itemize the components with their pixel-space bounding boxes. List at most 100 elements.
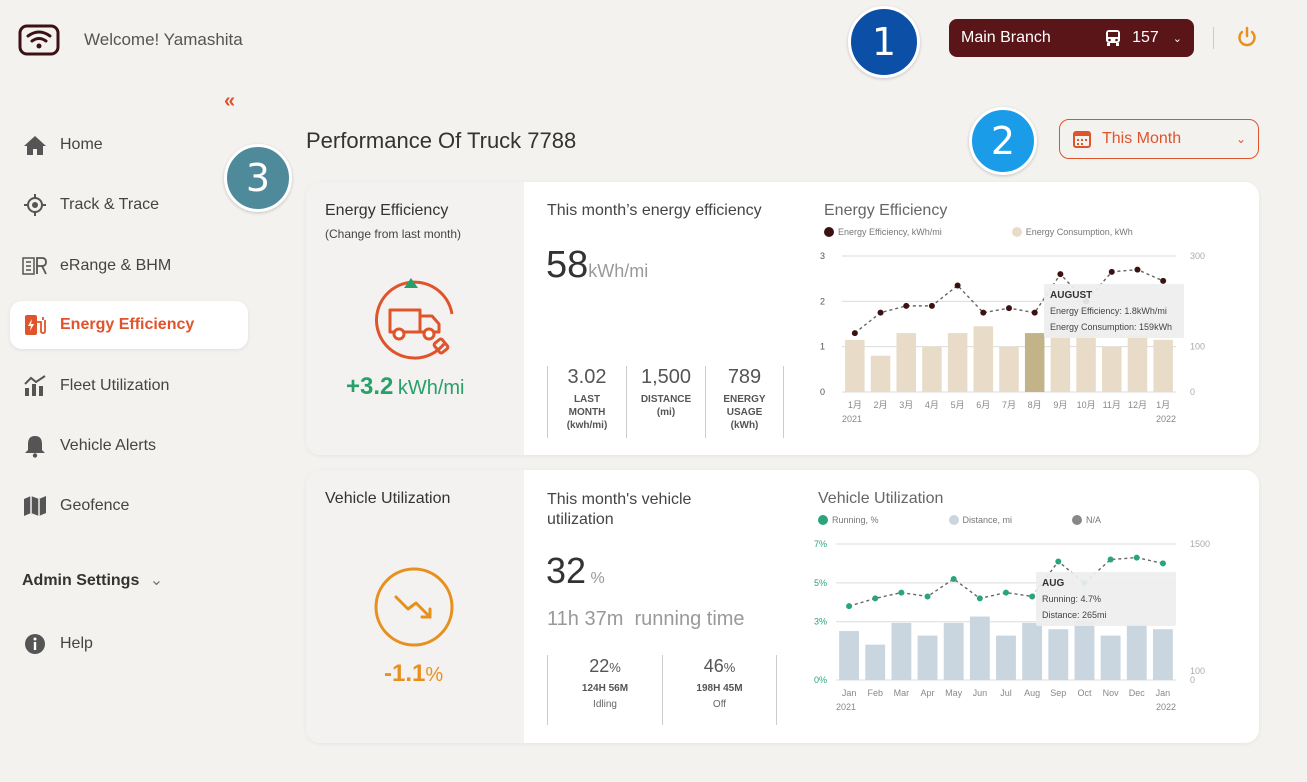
tooltip-line: Energy Efficiency: 1.8kWh/mi xyxy=(1050,306,1167,316)
chart-title: Vehicle Utilization xyxy=(818,490,944,507)
bar xyxy=(973,326,994,392)
chevron-down-icon: ⌄ xyxy=(1172,32,1182,45)
y-tick-left: 5% xyxy=(814,578,827,588)
data-point xyxy=(950,575,957,582)
x-year-label: 2022 xyxy=(1156,702,1176,712)
sidebar-item-label: Track & Trace xyxy=(60,196,159,213)
utilization-month-title: This month's vehicle utilization xyxy=(547,491,692,528)
x-tick-label: Dec xyxy=(1129,688,1146,698)
utilization-value-number: 32 xyxy=(546,550,587,591)
stat-label: DISTANCE (mi) xyxy=(640,394,692,418)
stat-label: LAST MONTH (kwh/mi) xyxy=(566,394,608,431)
x-tick-label: Sep xyxy=(1050,688,1066,698)
x-tick-label: 11月 xyxy=(1103,400,1121,410)
stat-label: Idling xyxy=(593,699,617,710)
sidebar-item-help[interactable]: Help xyxy=(10,620,248,668)
chart-title: Energy Efficiency xyxy=(824,202,948,219)
bar xyxy=(1048,629,1069,680)
vehicle-utilization-card: Vehicle Utilization -1.1% This month's v… xyxy=(306,470,1259,743)
power-icon[interactable] xyxy=(1236,26,1258,48)
x-tick-label: 5月 xyxy=(951,400,965,410)
x-tick-label: Jun xyxy=(973,688,988,698)
tooltip-line: Distance: 265mi xyxy=(1042,610,1107,620)
chart-legend: Running, % Distance, mi N/A xyxy=(818,515,1101,525)
target-icon xyxy=(22,192,48,218)
legend-label: Energy Consumption, kWh xyxy=(1025,227,1133,237)
y-tick-right: 300 xyxy=(1190,251,1205,261)
vehicle-count: 157 xyxy=(1132,29,1159,46)
x-tick-label: 1月 xyxy=(848,400,862,410)
branch-selector[interactable]: Main Branch 157 ⌄ xyxy=(949,19,1194,57)
sidebar-item-track-trace[interactable]: Track & Trace xyxy=(10,181,248,229)
sidebar-item-fleet-utilization[interactable]: Fleet Utilization xyxy=(10,362,248,410)
stat-label: Off xyxy=(712,699,727,710)
chart-legend: Energy Efficiency, kWh/mi Energy Consump… xyxy=(824,227,1133,237)
x-tick-label: Apr xyxy=(921,688,935,698)
bar xyxy=(896,333,916,392)
x-tick-label: 10月 xyxy=(1077,400,1096,410)
bar xyxy=(1074,621,1095,680)
legend-label: N/A xyxy=(1086,515,1102,525)
admin-settings-label: Admin Settings xyxy=(22,572,140,589)
x-tick-label: Feb xyxy=(867,688,883,698)
sidebar-item-label: Energy Efficiency xyxy=(60,316,195,333)
utilization-month-value: 32 % xyxy=(546,550,605,592)
data-point xyxy=(1160,277,1167,284)
energy-charger-icon xyxy=(22,312,48,338)
header-divider xyxy=(1213,27,1214,49)
x-tick-label: 9月 xyxy=(1053,400,1067,410)
data-point xyxy=(928,302,935,309)
legend-label: Running, % xyxy=(832,515,879,525)
data-point xyxy=(1107,556,1114,563)
energy-card-subtitle: (Change from last month) xyxy=(325,227,462,241)
sidebar-item-energy-efficiency[interactable]: Energy Efficiency xyxy=(10,301,248,349)
bar xyxy=(845,339,865,392)
chevron-down-icon: ⌄ xyxy=(149,572,164,589)
step-badge-3: 3 xyxy=(224,144,292,212)
bar xyxy=(1127,335,1148,392)
y-tick-left: 2 xyxy=(820,296,825,306)
y-tick-right: 0 xyxy=(1190,387,1195,397)
calendar-icon xyxy=(1073,131,1091,148)
energy-month-value: 58kWh/mi xyxy=(546,244,648,287)
x-tick-label: 3月 xyxy=(899,400,913,410)
admin-settings-toggle[interactable]: Admin Settings ⌄ xyxy=(22,570,163,590)
data-point xyxy=(924,593,931,600)
stat-time: 124H 56M xyxy=(581,683,629,694)
sidebar-item-label: Home xyxy=(60,136,103,153)
utilization-card-title: Vehicle Utilization xyxy=(325,490,451,507)
y-tick-right: 1500 xyxy=(1190,539,1210,549)
stat-value: 22% xyxy=(589,656,621,676)
y-tick-left: 3 xyxy=(820,251,825,261)
x-tick-label: 8月 xyxy=(1028,400,1042,410)
stat-value: 46% xyxy=(703,656,736,676)
bar xyxy=(1050,330,1071,392)
collapse-sidebar-icon[interactable]: « xyxy=(224,90,235,113)
utilization-stat-idling: 22% 124H 56M Idling xyxy=(547,655,662,725)
period-selector[interactable]: This Month ⌄ xyxy=(1059,119,1259,159)
energy-summary-panel: Energy Efficiency (Change from last mont… xyxy=(306,182,524,455)
bar-chart-icon xyxy=(22,373,48,399)
x-tick-label: 12月 xyxy=(1128,400,1147,410)
energy-stats-row: 3.02 LAST MONTH (kwh/mi) 1,500 DISTANCE (mi… xyxy=(547,366,785,438)
legend-swatch xyxy=(948,515,959,525)
x-tick-label: Jan xyxy=(1156,688,1171,698)
energy-stat-distance: 1,500 DISTANCE (mi) xyxy=(626,366,705,438)
data-point xyxy=(1159,560,1166,567)
map-icon xyxy=(22,493,48,519)
sidebar-item-home[interactable]: Home xyxy=(10,121,248,169)
home-icon xyxy=(22,132,48,158)
sidebar-item-erange-bhm[interactable]: eRange & BHM xyxy=(10,242,248,290)
legend-label: Energy Efficiency, kWh/mi xyxy=(838,227,942,237)
sidebar-item-label: Geofence xyxy=(60,497,130,514)
bar xyxy=(1126,624,1147,680)
data-point xyxy=(1108,268,1115,275)
energy-change-value: +3.2 kWh/mi xyxy=(346,373,465,401)
sidebar-item-vehicle-alerts[interactable]: Vehicle Alerts xyxy=(10,422,248,470)
bell-icon xyxy=(22,433,48,459)
x-year-label: 2022 xyxy=(1156,414,1176,424)
info-icon xyxy=(22,631,48,657)
sidebar-item-geofence[interactable]: Geofence xyxy=(10,482,248,530)
erange-icon xyxy=(22,253,48,279)
tooltip-line: Running: 4.7% xyxy=(1042,594,1101,604)
